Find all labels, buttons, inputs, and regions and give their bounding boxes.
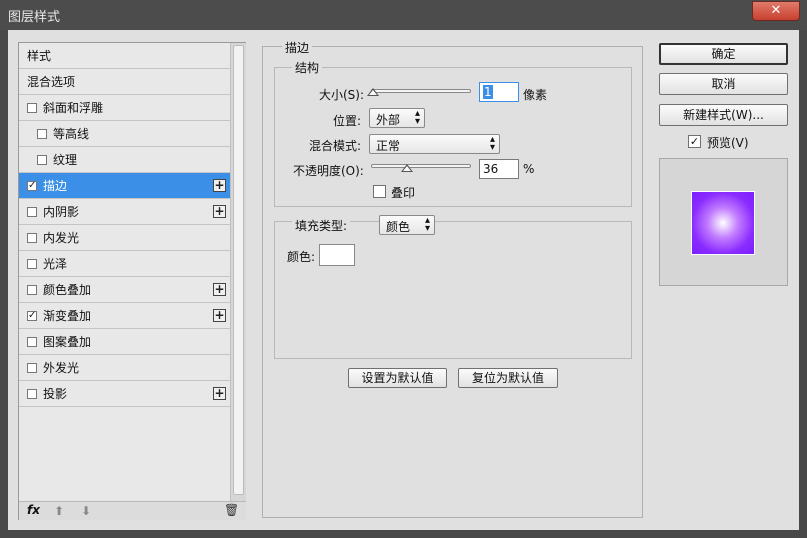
overprint-label: 叠印 xyxy=(391,186,416,200)
opacity-unit: % xyxy=(523,162,535,176)
fill-type-label: 填充类型: xyxy=(292,217,351,234)
size-value: 1 xyxy=(483,85,493,99)
style-item[interactable]: 纹理 xyxy=(19,147,230,173)
style-checkbox[interactable] xyxy=(27,102,37,113)
styles-scrollbar[interactable] xyxy=(230,43,246,501)
style-checkbox[interactable] xyxy=(27,362,37,373)
style-item[interactable]: 图案叠加 xyxy=(19,329,230,355)
style-item-label: 样式 xyxy=(27,49,52,63)
style-checkbox[interactable] xyxy=(27,388,37,399)
cancel-button[interactable]: 取消 xyxy=(659,73,788,95)
add-effect-plus-icon[interactable]: + xyxy=(213,283,226,296)
color-label: 颜色: xyxy=(287,250,316,264)
style-item[interactable]: 斜面和浮雕 xyxy=(19,95,230,121)
style-item[interactable]: 投影 + xyxy=(19,381,230,407)
fx-icon[interactable]: fx xyxy=(27,503,40,517)
position-value: 外部 xyxy=(376,113,401,127)
style-item-label: 内发光 xyxy=(43,231,80,245)
style-item-label: 等高线 xyxy=(53,127,90,141)
ok-button[interactable]: 确定 xyxy=(659,43,788,65)
opacity-input[interactable]: 36 xyxy=(479,159,519,179)
style-checkbox[interactable] xyxy=(37,128,47,139)
add-effect-plus-icon[interactable]: + xyxy=(213,205,226,218)
blend-mode-label: 混合模式: xyxy=(309,139,362,153)
stroke-section-title: 描边 xyxy=(282,39,313,56)
style-item-label: 斜面和浮雕 xyxy=(43,101,104,115)
style-checkbox[interactable] xyxy=(37,154,47,165)
style-item-label: 混合选项 xyxy=(27,75,76,89)
style-item-label: 描边 xyxy=(43,179,68,193)
style-checkbox[interactable] xyxy=(27,336,37,347)
style-item[interactable]: ✓ 渐变叠加 + xyxy=(19,303,230,329)
opacity-label: 不透明度(O): xyxy=(293,164,364,178)
layer-style-dialog: 图层样式 ✕ 样式混合选项斜面和浮雕等高线纹理 ✓ 描边 + 内阴影 + 内发光光泽颜色叠加… xyxy=(0,0,807,538)
add-effect-plus-icon[interactable]: + xyxy=(213,309,226,322)
style-checkbox[interactable] xyxy=(27,258,37,269)
trash-icon[interactable]: 🗑 xyxy=(224,503,239,517)
styles-list: 样式混合选项斜面和浮雕等高线纹理 ✓ 描边 + 内阴影 + 内发光光泽颜色叠加 + ✓ 渐变叠加 +… xyxy=(19,43,230,407)
fill-type-select[interactable]: 颜色 ▴ ▾ xyxy=(379,215,435,235)
style-item[interactable]: 混合选项 xyxy=(19,69,230,95)
style-checkbox[interactable]: ✓ xyxy=(27,180,37,191)
style-checkbox[interactable] xyxy=(27,232,37,243)
size-unit: 像素 xyxy=(523,88,548,102)
style-item-label: 光泽 xyxy=(43,257,68,271)
overprint-checkbox[interactable] xyxy=(373,185,386,198)
style-checkbox[interactable]: ✓ xyxy=(27,310,37,321)
style-item-label: 外发光 xyxy=(43,361,80,375)
new-style-button[interactable]: 新建样式(W)... xyxy=(659,104,788,126)
reset-default-button[interactable]: 复位为默认值 xyxy=(458,368,558,388)
dialog-client-area: 样式混合选项斜面和浮雕等高线纹理 ✓ 描边 + 内阴影 + 内发光光泽颜色叠加 + ✓ 渐变叠加 +… xyxy=(8,30,799,530)
preview-checkbox[interactable]: ✓ xyxy=(688,135,701,148)
position-select[interactable]: 外部 ▴ ▾ xyxy=(369,108,425,128)
styles-panel: 样式混合选项斜面和浮雕等高线纹理 ✓ 描边 + 内阴影 + 内发光光泽颜色叠加 + ✓ 渐变叠加 +… xyxy=(18,42,246,520)
preview-label: 预览(V) xyxy=(707,136,749,150)
style-item[interactable]: 颜色叠加 + xyxy=(19,277,230,303)
preview-swatch xyxy=(691,191,755,255)
blend-mode-select[interactable]: 正常 ▴ ▾ xyxy=(369,134,500,154)
close-button[interactable]: ✕ xyxy=(752,1,800,21)
style-checkbox[interactable] xyxy=(27,206,37,217)
size-label: 大小(S): xyxy=(319,88,365,102)
position-label: 位置: xyxy=(333,114,362,128)
styles-footer: fx ⬆ ⬇ 🗑 xyxy=(19,501,246,520)
opacity-slider-track[interactable] xyxy=(371,164,471,168)
blend-mode-value: 正常 xyxy=(376,139,401,153)
style-item[interactable]: ✓ 描边 + xyxy=(19,173,230,199)
stroke-color-swatch[interactable] xyxy=(319,244,355,266)
style-checkbox[interactable] xyxy=(27,284,37,295)
style-item-label: 颜色叠加 xyxy=(43,283,92,297)
style-item[interactable]: 等高线 xyxy=(19,121,230,147)
size-input[interactable]: 1 xyxy=(479,82,519,102)
style-item-label: 图案叠加 xyxy=(43,335,92,349)
set-default-button[interactable]: 设置为默认值 xyxy=(348,368,447,388)
style-item-label: 渐变叠加 xyxy=(43,309,92,323)
add-effect-plus-icon[interactable]: + xyxy=(213,179,226,192)
title-bar[interactable]: 图层样式 ✕ xyxy=(0,0,807,30)
move-up-icon[interactable]: ⬆ xyxy=(54,504,64,518)
style-item-label: 内阴影 xyxy=(43,205,80,219)
style-item[interactable]: 内阴影 + xyxy=(19,199,230,225)
style-item[interactable]: 外发光 xyxy=(19,355,230,381)
style-item-label: 纹理 xyxy=(53,153,78,167)
structure-title: 结构 xyxy=(292,59,323,76)
fill-type-value: 颜色 xyxy=(386,220,411,234)
add-effect-plus-icon[interactable]: + xyxy=(213,387,226,400)
fill-type-group xyxy=(274,221,632,359)
style-item[interactable]: 内发光 xyxy=(19,225,230,251)
updown-arrow-icon: ▴ ▾ xyxy=(414,108,420,127)
move-down-icon[interactable]: ⬇ xyxy=(81,504,91,518)
preview-area xyxy=(659,158,788,286)
window-title: 图层样式 xyxy=(8,10,61,25)
style-item[interactable]: 光泽 xyxy=(19,251,230,277)
size-slider-track[interactable] xyxy=(371,89,471,93)
size-slider-thumb[interactable] xyxy=(367,88,379,96)
opacity-slider-thumb[interactable] xyxy=(401,164,413,172)
style-item-label: 投影 xyxy=(43,387,68,401)
style-item[interactable]: 样式 xyxy=(19,43,230,69)
opacity-value: 36 xyxy=(483,162,499,176)
updown-arrow-icon: ▴ ▾ xyxy=(489,134,495,153)
updown-arrow-icon: ▴ ▾ xyxy=(424,215,430,234)
scrollbar-thumb[interactable] xyxy=(233,45,244,495)
